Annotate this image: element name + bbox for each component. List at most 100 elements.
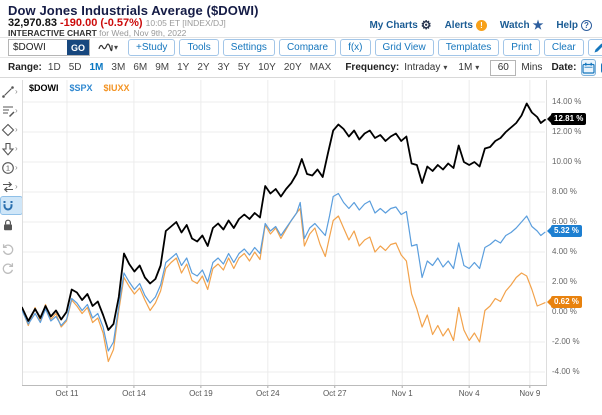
series-line-dowi bbox=[22, 104, 545, 331]
header: Dow Jones Industrials Average ($DOWI) 32… bbox=[0, 0, 602, 38]
series-line-spx bbox=[22, 194, 545, 352]
clear-button[interactable]: Clear bbox=[544, 39, 584, 56]
y-axis-label: 10.00 % bbox=[552, 157, 581, 166]
legend-item-spx: $SPX bbox=[70, 83, 93, 93]
grid-view-button[interactable]: Grid View bbox=[375, 39, 434, 56]
symbol-input[interactable] bbox=[9, 40, 67, 55]
mins-label: Mins bbox=[521, 62, 542, 73]
arrow-tool-icon[interactable]: › bbox=[1, 140, 22, 157]
go-button[interactable]: GO bbox=[67, 40, 89, 55]
compare-arrows-tool-icon[interactable]: › bbox=[1, 178, 22, 195]
stockcharts-interactive-chart-app: Dow Jones Industrials Average ($DOWI) 32… bbox=[0, 0, 602, 415]
annotation-tool-icon[interactable]: › bbox=[1, 102, 22, 119]
range-9m[interactable]: 9M bbox=[154, 62, 170, 73]
redo-icon[interactable] bbox=[1, 259, 22, 276]
frequency-label: Frequency: bbox=[345, 62, 399, 73]
range-5d[interactable]: 5D bbox=[68, 62, 83, 73]
header-link-watch[interactable]: Watch★ bbox=[500, 19, 543, 32]
chevron-down-icon: ▾ bbox=[475, 63, 479, 72]
lock-annotations-tool-icon[interactable] bbox=[1, 216, 22, 233]
x-axis-label: Nov 9 bbox=[519, 389, 540, 398]
tools-button[interactable]: Tools bbox=[179, 39, 218, 56]
range-1d[interactable]: 1D bbox=[47, 62, 62, 73]
annotate-pencil-button[interactable] bbox=[588, 39, 602, 56]
chevron-down-icon: ▾ bbox=[114, 43, 118, 52]
range-3m[interactable]: 3M bbox=[110, 62, 126, 73]
submenu-chevron-icon: › bbox=[15, 144, 18, 153]
header-link-alerts[interactable]: Alerts! bbox=[445, 20, 487, 31]
y-axis-label: 2.00 % bbox=[552, 277, 577, 286]
shape-tool-icon[interactable]: › bbox=[1, 121, 22, 138]
alert-icon: ! bbox=[476, 20, 487, 31]
chart-legend: $DOWI $SPX $IUXX bbox=[29, 83, 130, 93]
range-max[interactable]: MAX bbox=[309, 62, 333, 73]
f-x-button[interactable]: f(x) bbox=[340, 39, 370, 56]
range-3y[interactable]: 3Y bbox=[217, 62, 231, 73]
range-options: 1D 5D 1M 3M 6M 9M 1Y 2Y 3Y 5Y 10Y 20Y MAX bbox=[47, 62, 332, 73]
page-title: Dow Jones Industrials Average ($DOWI) bbox=[8, 3, 259, 18]
line-style-icon bbox=[98, 39, 113, 57]
y-axis-label: 4.00 % bbox=[552, 247, 577, 256]
toolbar-left-buttons: +StudyTools SettingsComparef(x) Grid View bbox=[128, 39, 434, 56]
magnet-tool-icon[interactable] bbox=[1, 197, 22, 214]
price-badge-iuxx: 0.62 % bbox=[551, 296, 582, 308]
chart-workspace: ››››1›› $DOWI$SPX$IUXX Oct 11Oct 14Oct 1… bbox=[0, 78, 602, 415]
chart-style-dropdown[interactable]: ▾ bbox=[98, 39, 118, 57]
chevron-down-icon: ▾ bbox=[443, 63, 447, 72]
print-button[interactable]: Print bbox=[503, 39, 540, 56]
header-link-my-charts[interactable]: My Charts⚙ bbox=[369, 19, 431, 32]
frequency-select[interactable]: Intraday ▾ bbox=[404, 62, 447, 73]
header-link-help[interactable]: Help? bbox=[556, 20, 592, 31]
y-axis-label: 14.00 % bbox=[552, 97, 581, 106]
chart-toolbar: GO ▾ +StudyTools SettingsComparef(x) Grid … bbox=[0, 38, 602, 58]
calendar-icon bbox=[582, 62, 595, 74]
range-1y[interactable]: 1Y bbox=[176, 62, 190, 73]
period-select[interactable]: 1M ▾ bbox=[458, 62, 479, 73]
price-chart[interactable] bbox=[22, 80, 547, 388]
submenu-chevron-icon: › bbox=[15, 87, 18, 96]
header-link-label: My Charts bbox=[369, 20, 417, 31]
templates-button[interactable]: Templates bbox=[438, 39, 500, 56]
price-badge-spx: 5.32 % bbox=[551, 225, 582, 237]
minutes-input[interactable] bbox=[490, 60, 516, 76]
date-picker-button[interactable] bbox=[581, 59, 596, 76]
star-icon: ★ bbox=[533, 19, 544, 32]
interactive-chart-label: INTERACTIVE CHART bbox=[8, 28, 97, 38]
header-link-label: Alerts bbox=[445, 20, 473, 31]
y-axis-label: 0.00 % bbox=[552, 307, 577, 316]
range-bar: Range: 1D5D1M3M6M9M1Y2Y3Y5Y10Y20YMAX Fre… bbox=[0, 58, 602, 78]
y-axis: 14.00 %12.00 %10.00 %8.00 %6.00 %4.00 %2… bbox=[547, 78, 602, 415]
submenu-chevron-icon: › bbox=[15, 125, 18, 134]
badge-arrow bbox=[547, 298, 551, 306]
range-20y[interactable]: 20Y bbox=[283, 62, 303, 73]
legend-item-iuxx: $IUXX bbox=[104, 83, 130, 93]
chart-date: for Wed, Nov 9th, 2022 bbox=[99, 28, 186, 38]
symbol-box: GO bbox=[8, 39, 90, 56]
x-axis-label: Nov 4 bbox=[459, 389, 480, 398]
x-axis-label: Oct 19 bbox=[189, 389, 213, 398]
y-axis-label: -2.00 % bbox=[552, 337, 580, 346]
pencil-icon bbox=[593, 42, 602, 54]
toolbar-right-buttons: TemplatesPrintClear bbox=[438, 39, 602, 56]
legend-item-dowi: $DOWI bbox=[29, 83, 59, 93]
chart-subtitle: INTERACTIVE CHART for Wed, Nov 9th, 2022 bbox=[8, 28, 186, 38]
range-2y[interactable]: 2Y bbox=[196, 62, 210, 73]
compare-button[interactable]: Compare bbox=[279, 39, 336, 56]
submenu-chevron-icon: › bbox=[15, 182, 18, 191]
price-badge-dowi: 12.81 % bbox=[551, 113, 586, 125]
callout-number-tool-icon[interactable]: 1› bbox=[1, 159, 22, 176]
range-5y[interactable]: 5Y bbox=[237, 62, 251, 73]
x-axis-label: Oct 27 bbox=[323, 389, 347, 398]
range-6m[interactable]: 6M bbox=[132, 62, 148, 73]
annotation-tool-rail: ››››1›› bbox=[0, 83, 22, 278]
range-10y[interactable]: 10Y bbox=[257, 62, 277, 73]
range-1m[interactable]: 1M bbox=[89, 62, 105, 73]
badge-arrow bbox=[547, 227, 551, 235]
trendline-tool-icon[interactable]: › bbox=[1, 83, 22, 100]
undo-icon[interactable] bbox=[1, 240, 22, 257]
study-button[interactable]: +Study bbox=[128, 39, 175, 56]
header-link-label: Help bbox=[556, 20, 578, 31]
settings-button[interactable]: Settings bbox=[223, 39, 275, 56]
submenu-chevron-icon: › bbox=[15, 163, 18, 172]
y-axis-label: 12.00 % bbox=[552, 127, 581, 136]
